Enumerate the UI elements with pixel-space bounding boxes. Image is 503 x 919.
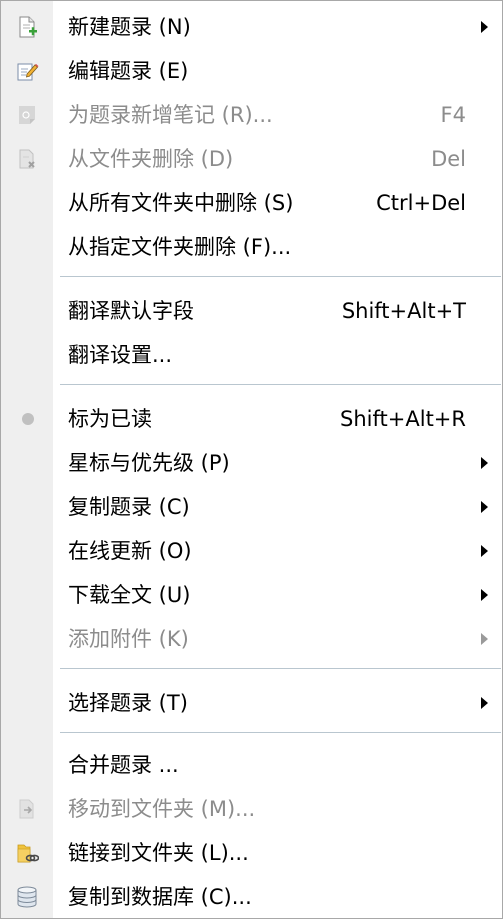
- menu-item-label: 添加附件 (K): [68, 627, 189, 651]
- menu-item-label: 从所有文件夹中删除 (S): [68, 191, 294, 215]
- menu-item-download-full-text[interactable]: 下载全文 (U): [1, 573, 502, 617]
- menu-item-online-update[interactable]: 在线更新 (O): [1, 529, 502, 573]
- menu-item-label: 从指定文件夹删除 (F)...: [68, 235, 292, 259]
- menu-item-label: 下载全文 (U): [68, 583, 191, 607]
- menu-item-shortcut: Ctrl+Del: [376, 191, 466, 215]
- menu-item-star-and-priority[interactable]: 星标与优先级 (P): [1, 441, 502, 485]
- link-folder-icon: [15, 841, 40, 865]
- delete-from-folder-icon: [15, 147, 39, 171]
- read-status-dot-icon: [22, 413, 34, 425]
- menu-item-label: 为题录新增笔记 (R)...: [68, 103, 273, 127]
- menu-item-new-record[interactable]: 新建题录 (N): [1, 5, 502, 49]
- menu-separator: [60, 668, 501, 669]
- move-to-folder-icon: [15, 797, 39, 821]
- menu-item-label: 编辑题录 (E): [68, 59, 189, 83]
- submenu-arrow-icon: [481, 21, 488, 33]
- menu-separator: [60, 276, 501, 277]
- submenu-arrow-icon: [481, 697, 488, 709]
- menu-item-shortcut: F4: [440, 103, 466, 127]
- menu-item-translate-default-fields[interactable]: 翻译默认字段 Shift+Alt+T: [1, 289, 502, 333]
- menu-item-shortcut: Shift+Alt+T: [341, 299, 466, 323]
- menu-item-link-to-folder[interactable]: 链接到文件夹 (L)...: [1, 831, 502, 875]
- menu-item-delete-from-specified-folder[interactable]: 从指定文件夹删除 (F)...: [1, 225, 502, 269]
- menu-item-label: 翻译默认字段: [68, 299, 194, 323]
- submenu-arrow-icon: [481, 501, 488, 513]
- submenu-arrow-icon: [481, 545, 488, 557]
- menu-item-label: 在线更新 (O): [68, 539, 192, 563]
- menu-item-label: 选择题录 (T): [68, 691, 188, 715]
- submenu-arrow-icon: [481, 457, 488, 469]
- submenu-arrow-icon: [481, 589, 488, 601]
- menu-separator: [60, 384, 501, 385]
- menu-item-copy-record[interactable]: 复制题录 (C): [1, 485, 502, 529]
- menu-item-label: 新建题录 (N): [68, 15, 191, 39]
- new-record-icon: [15, 15, 39, 39]
- menu-item-add-attachment[interactable]: 添加附件 (K): [1, 617, 502, 661]
- menu-item-translation-settings[interactable]: 翻译设置...: [1, 333, 502, 377]
- menu-item-label: 复制题录 (C): [68, 495, 190, 519]
- menu-item-copy-to-database[interactable]: 复制到数据库 (C)...: [1, 875, 502, 919]
- menu-item-merge-records[interactable]: 合并题录 ...: [1, 743, 502, 787]
- menu-item-shortcut: Shift+Alt+R: [340, 407, 466, 431]
- menu-item-label: 移动到文件夹 (M)...: [68, 797, 256, 821]
- menu-item-label: 星标与优先级 (P): [68, 451, 230, 475]
- menu-item-shortcut: Del: [431, 147, 466, 171]
- menu-item-mark-as-read[interactable]: 标为已读 Shift+Alt+R: [1, 397, 502, 441]
- menu-item-label: 标为已读: [68, 407, 152, 431]
- submenu-arrow-icon: [481, 633, 488, 645]
- menu-item-delete-from-all-folders[interactable]: 从所有文件夹中删除 (S) Ctrl+Del: [1, 181, 502, 225]
- edit-record-icon: [15, 59, 39, 83]
- menu-item-edit-record[interactable]: 编辑题录 (E): [1, 49, 502, 93]
- context-menu: 新建题录 (N) 编辑题录 (E) 为题录新增笔记 (R)... F4 从文件夹…: [0, 0, 503, 919]
- menu-item-label: 合并题录 ...: [68, 753, 179, 777]
- menu-item-label: 链接到文件夹 (L)...: [68, 841, 249, 865]
- menu-item-label: 复制到数据库 (C)...: [68, 885, 252, 909]
- menu-item-move-to-folder[interactable]: 移动到文件夹 (M)...: [1, 787, 502, 831]
- menu-item-select-records[interactable]: 选择题录 (T): [1, 681, 502, 725]
- menu-item-label: 翻译设置...: [68, 343, 173, 367]
- menu-item-label: 从文件夹删除 (D): [68, 147, 234, 171]
- menu-separator: [60, 732, 501, 733]
- database-icon: [15, 885, 39, 909]
- menu-item-delete-from-folder[interactable]: 从文件夹删除 (D) Del: [1, 137, 502, 181]
- add-note-icon: [15, 103, 39, 127]
- menu-item-add-note[interactable]: 为题录新增笔记 (R)... F4: [1, 93, 502, 137]
